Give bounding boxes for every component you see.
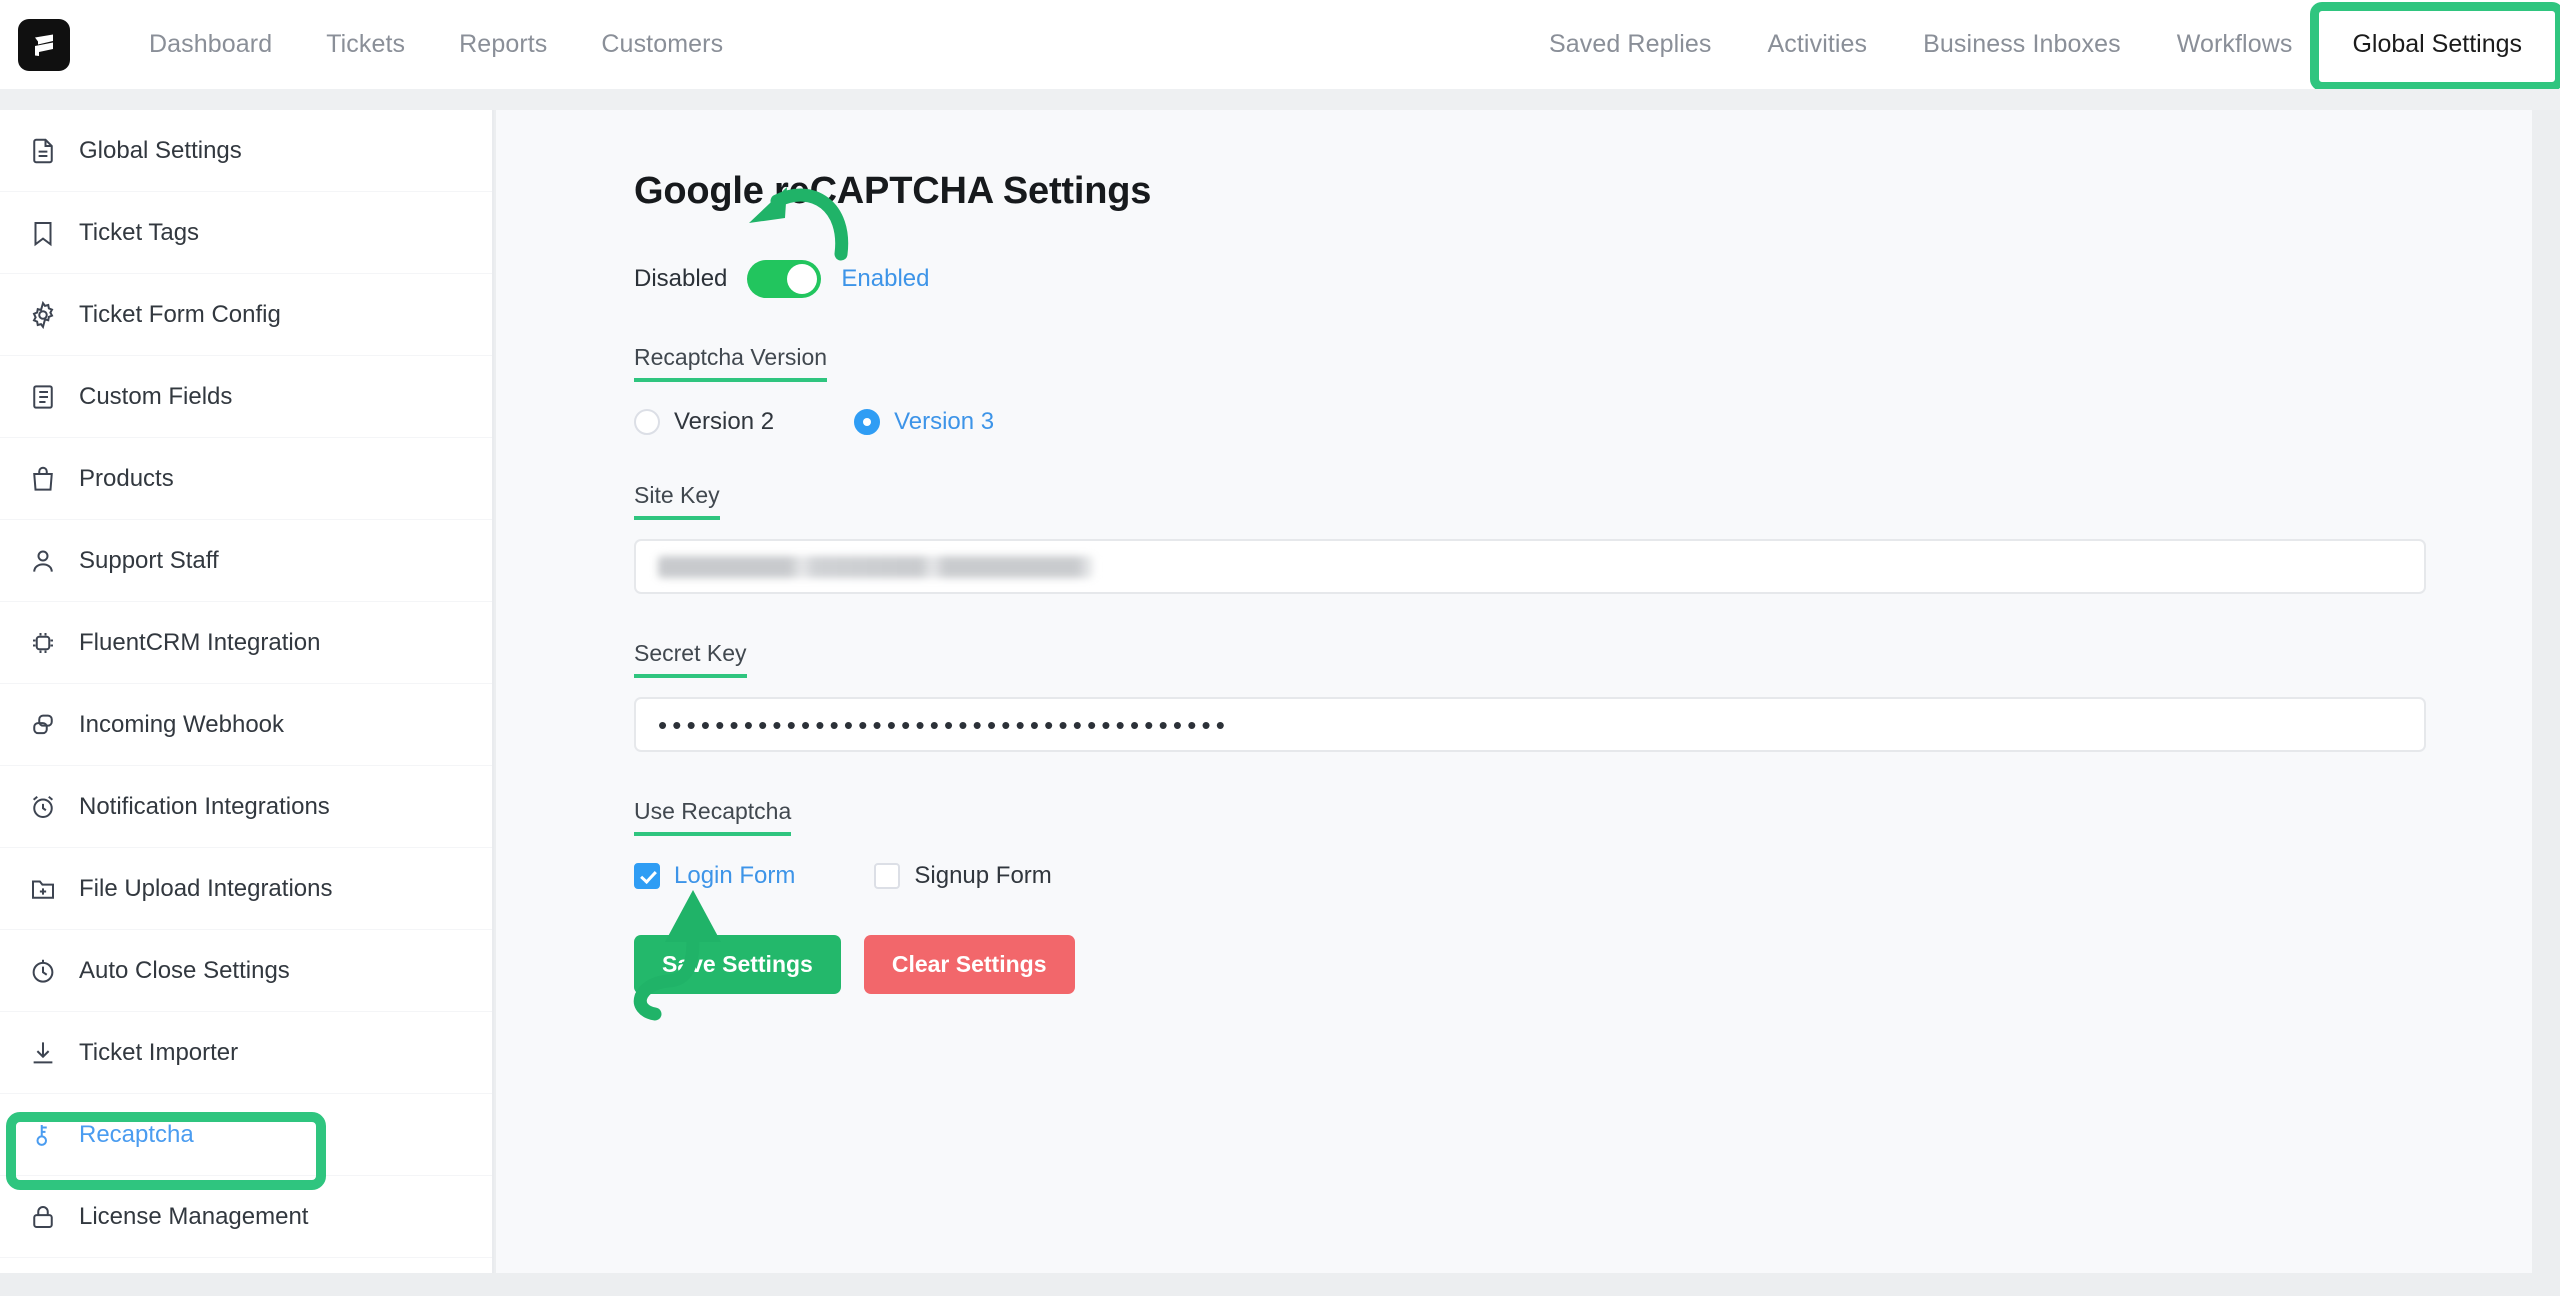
- form-actions: Save Settings Clear Settings: [634, 935, 2532, 994]
- sidebar-item-label: File Upload Integrations: [79, 874, 333, 902]
- site-key-section: Site Key: [634, 482, 2532, 594]
- gear-icon: [28, 300, 58, 330]
- checkbox-indicator: [634, 863, 660, 889]
- nav-item-global-settings[interactable]: Global Settings: [2310, 2, 2560, 91]
- recaptcha-version-section: Recaptcha Version Version 2 Version 3: [634, 344, 2532, 436]
- secret-key-section: Secret Key •••••••••••••••••••••••••••••…: [634, 640, 2532, 752]
- radio-label: Version 2: [674, 408, 775, 435]
- document-icon: [28, 136, 58, 166]
- folder-plus-icon: [28, 874, 58, 904]
- sidebar-item-ticket-form-config[interactable]: Ticket Form Config: [0, 274, 492, 356]
- use-recaptcha-options: Login Form Signup Form: [634, 862, 2532, 890]
- sidebar-item-label: Notification Integrations: [79, 792, 330, 820]
- site-key-label: Site Key: [634, 482, 720, 520]
- sidebar-item-label: Global Settings: [79, 136, 242, 164]
- alarm-clock-icon: [28, 792, 58, 822]
- sidebar-item-label: Recaptcha: [79, 1120, 194, 1148]
- site-key-redacted-value: [658, 555, 1094, 578]
- nav-item-reports[interactable]: Reports: [432, 0, 574, 89]
- sidebar-item-fluentcrm-integration[interactable]: FluentCRM Integration: [0, 602, 492, 684]
- sidebar-item-custom-fields[interactable]: Custom Fields: [0, 356, 492, 438]
- recaptcha-enable-toggle[interactable]: [747, 260, 822, 298]
- fluent-support-logo-icon[interactable]: [18, 18, 70, 71]
- webhook-icon: [28, 710, 58, 740]
- bag-icon: [28, 464, 58, 494]
- sidebar-item-ticket-importer[interactable]: Ticket Importer: [0, 1012, 492, 1094]
- sidebar-item-support-staff[interactable]: Support Staff: [0, 520, 492, 602]
- toggle-on-label: Enabled: [841, 265, 930, 292]
- stopwatch-icon: [28, 956, 58, 986]
- radio-option-version-3[interactable]: Version 3: [854, 408, 994, 436]
- checkbox-label: Login Form: [674, 862, 796, 889]
- nav-item-global-settings-label: Global Settings: [2330, 14, 2544, 75]
- sidebar-item-global-settings[interactable]: Global Settings: [0, 110, 492, 192]
- nav-item-tickets[interactable]: Tickets: [299, 0, 432, 89]
- radio-label: Version 3: [894, 408, 995, 435]
- radio-indicator: [634, 409, 660, 435]
- main-content: Google reCAPTCHA Settings Disabled Enabl…: [496, 110, 2532, 1273]
- use-recaptcha-section: Use Recaptcha Login Form Signup Form: [634, 798, 2532, 890]
- primary-nav: Dashboard Tickets Reports Customers: [122, 0, 750, 89]
- sidebar-item-label: FluentCRM Integration: [79, 628, 321, 656]
- radio-indicator: [854, 409, 881, 435]
- checkbox-indicator: [874, 863, 901, 889]
- nav-item-business-inboxes[interactable]: Business Inboxes: [1895, 0, 2149, 89]
- secret-key-value: ••••••••••••••••••••••••••••••••••••••••: [658, 709, 1231, 740]
- nav-item-dashboard[interactable]: Dashboard: [122, 0, 299, 89]
- sidebar-item-license-management[interactable]: License Management: [0, 1176, 492, 1258]
- recaptcha-enable-row: Disabled Enabled: [634, 260, 2532, 298]
- sidebar-item-label: License Management: [79, 1202, 309, 1230]
- sidebar-item-label: Ticket Importer: [79, 1038, 239, 1066]
- sidebar-item-ticket-tags[interactable]: Ticket Tags: [0, 192, 492, 274]
- key-icon: [28, 1120, 58, 1150]
- clear-settings-button[interactable]: Clear Settings: [863, 935, 1075, 994]
- toggle-knob: [787, 264, 818, 294]
- sidebar-item-incoming-webhook[interactable]: Incoming Webhook: [0, 684, 492, 766]
- top-navigation-bar: Dashboard Tickets Reports Customers Save…: [0, 0, 2560, 91]
- sidebar-item-file-upload-integrations[interactable]: File Upload Integrations: [0, 848, 492, 930]
- lock-icon: [28, 1202, 58, 1232]
- recaptcha-version-label: Recaptcha Version: [634, 344, 828, 382]
- secret-key-label: Secret Key: [634, 640, 747, 678]
- checkbox-option-login-form[interactable]: Login Form: [634, 862, 795, 890]
- topbar-divider: [0, 89, 2560, 110]
- checkbox-option-signup-form[interactable]: Signup Form: [874, 862, 1052, 890]
- secret-key-input[interactable]: ••••••••••••••••••••••••••••••••••••••••: [634, 697, 2426, 752]
- page-title: Google reCAPTCHA Settings: [634, 170, 1152, 212]
- bookmark-icon: [28, 218, 58, 248]
- sidebar-item-notification-integrations[interactable]: Notification Integrations: [0, 766, 492, 848]
- list-document-icon: [28, 382, 58, 412]
- sidebar-item-products[interactable]: Products: [0, 438, 492, 520]
- secondary-nav: Saved Replies Activities Business Inboxe…: [1521, 0, 2560, 91]
- toggle-off-label: Disabled: [634, 265, 728, 292]
- sidebar-item-label: Support Staff: [79, 546, 219, 574]
- site-key-input[interactable]: [634, 539, 2426, 594]
- use-recaptcha-label: Use Recaptcha: [634, 798, 792, 836]
- sidebar-item-label: Auto Close Settings: [79, 956, 290, 984]
- settings-sidebar: Global Settings Ticket Tags Ticket Form …: [0, 110, 494, 1273]
- sidebar-item-label: Ticket Tags: [79, 218, 200, 246]
- nav-item-saved-replies[interactable]: Saved Replies: [1521, 0, 1740, 89]
- download-icon: [28, 1038, 58, 1068]
- sidebar-item-recaptcha[interactable]: Recaptcha: [0, 1094, 492, 1176]
- sidebar-item-label: Ticket Form Config: [79, 300, 281, 328]
- chip-icon: [28, 628, 58, 658]
- recaptcha-version-options: Version 2 Version 3: [634, 408, 2532, 436]
- user-icon: [28, 546, 58, 576]
- nav-item-customers[interactable]: Customers: [574, 0, 750, 89]
- sidebar-item-label: Products: [79, 464, 174, 492]
- nav-item-activities[interactable]: Activities: [1740, 0, 1896, 89]
- nav-item-workflows[interactable]: Workflows: [2149, 0, 2321, 89]
- radio-option-version-2[interactable]: Version 2: [634, 408, 774, 436]
- sidebar-item-label: Custom Fields: [79, 382, 233, 410]
- sidebar-item-auto-close-settings[interactable]: Auto Close Settings: [0, 930, 492, 1012]
- save-settings-button[interactable]: Save Settings: [634, 935, 841, 994]
- sidebar-item-label: Incoming Webhook: [79, 710, 285, 738]
- checkbox-label: Signup Form: [914, 862, 1052, 889]
